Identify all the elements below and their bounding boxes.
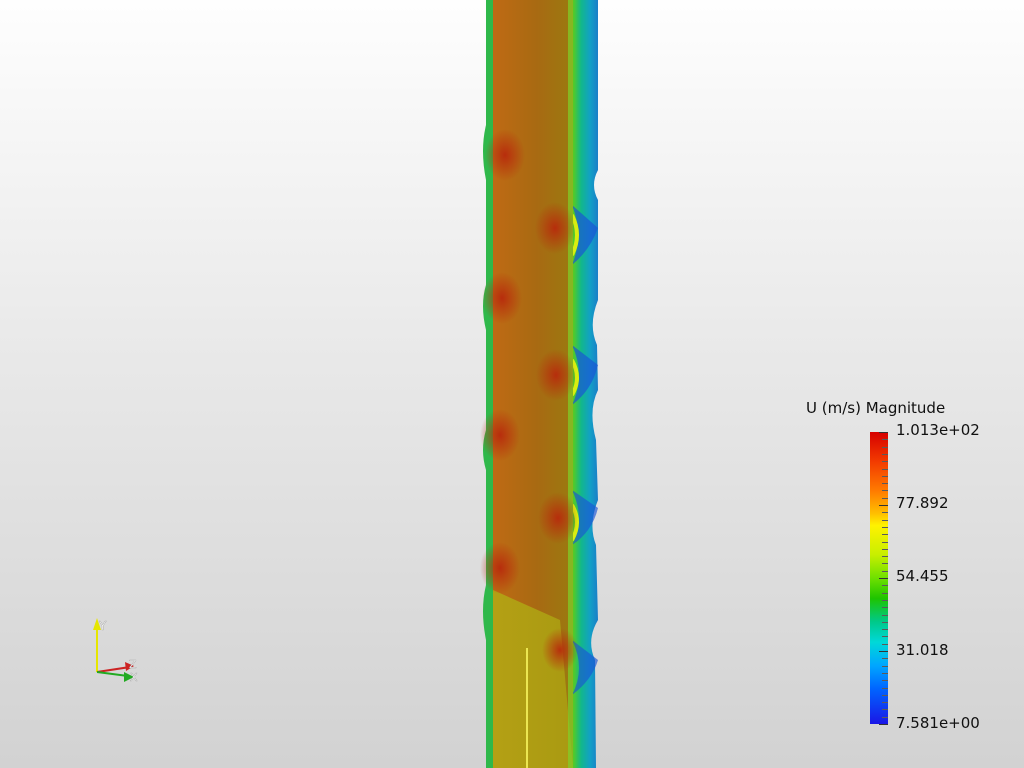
colorbar-tick [879,578,888,579]
colorbar-tick [882,556,888,557]
colorbar-tick [882,673,888,674]
colorbar-tick [882,666,888,667]
colorbar-tick [879,432,888,433]
colorbar-tick [882,593,888,594]
legend-label-min: 7.581e+00 [896,714,980,732]
colorbar-tick [882,658,888,659]
axis-z-label: Z [129,658,137,671]
legend-label-3: 54.455 [896,567,949,585]
orientation-axes: Y Z X [93,618,138,684]
colorbar-tick [882,600,888,601]
colorbar-tick [882,702,888,703]
legend-title: U (m/s) Magnitude [806,399,946,417]
colorbar-tick [882,439,888,440]
colorbar-tick [882,695,888,696]
colorbar-tick [879,651,888,652]
colorbar-tick [882,461,888,462]
colorbar-tick [882,585,888,586]
colorbar-tick [882,483,888,484]
colorbar-tick [882,534,888,535]
colorbar-tick [882,447,888,448]
axis-y-label: Y [98,619,107,633]
colorbar-tick [882,629,888,630]
legend-label-4: 31.018 [896,641,949,659]
colorbar-tick [882,571,888,572]
axis-x-label: X [130,671,138,684]
colorbar-tick [882,476,888,477]
colorbar-tick [882,527,888,528]
colorbar-tick [882,717,888,718]
colorbar-tick [879,505,888,506]
colorbar-tick [882,490,888,491]
colorbar-tick [882,469,888,470]
colorbar-tick [882,549,888,550]
colorbar-tick [882,454,888,455]
colorbar-tick [882,542,888,543]
colorbar-tick [882,644,888,645]
colorbar-tick [882,622,888,623]
colorbar-tick [879,724,888,725]
legend-label-2: 77.892 [896,494,949,512]
colorbar-tick [882,512,888,513]
colorbar-tick [882,498,888,499]
colorbar-tick [882,607,888,608]
colorbar-tick [882,520,888,521]
colorbar-tick [882,636,888,637]
colorbar-tick [882,615,888,616]
colorbar-tick [882,688,888,689]
colorbar-tick [882,680,888,681]
legend-label-max: 1.013e+02 [896,421,980,439]
colorbar-tick [882,709,888,710]
colorbar-tick [882,563,888,564]
